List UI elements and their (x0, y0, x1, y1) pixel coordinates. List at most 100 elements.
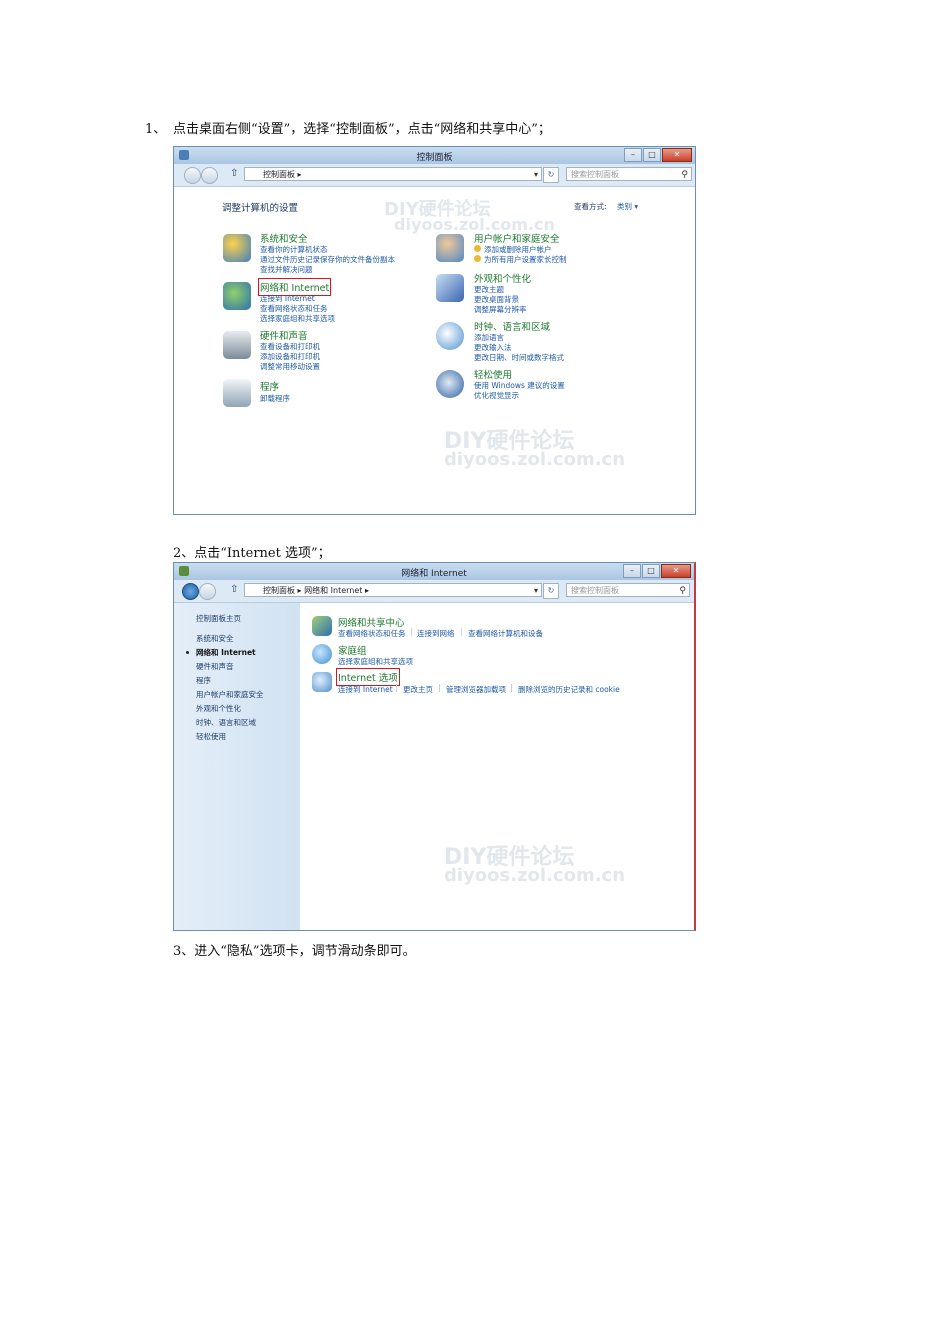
link-separator (511, 684, 512, 692)
forward-button[interactable] (199, 583, 216, 600)
window-controls: – □ ✕ (624, 148, 692, 162)
step-3: 3、进入“隐私”选项卡，调节滑动条即可。 (173, 944, 416, 959)
search-input[interactable]: 搜索控制面板 ⚲ (566, 583, 690, 597)
view-by-label: 查看方式: (574, 202, 607, 211)
step-1-number: 1、 (145, 122, 167, 137)
window-titlebar: 控制面板 – □ ✕ (174, 147, 695, 164)
maximize-button[interactable]: □ (643, 148, 661, 162)
window-title: 网络和 Internet (401, 569, 467, 579)
clock-globe-icon (436, 322, 464, 350)
category-appearance[interactable]: 外观和个性化 (474, 271, 531, 285)
category-link[interactable]: 调整屏幕分辨率 (474, 304, 527, 315)
chevron-down-icon[interactable]: ▾ (534, 168, 538, 182)
view-by-dropdown[interactable]: 类别 ▾ (617, 201, 638, 212)
category-link[interactable]: 更改日期、时间或数字格式 (474, 352, 564, 363)
category-clock-language[interactable]: 时钟、语言和区域 (474, 319, 550, 333)
sidebar-item-home[interactable]: 控制面板主页 (196, 613, 241, 624)
watermark-url: diyoos.zol.com.cn (444, 449, 626, 470)
window-titlebar: 网络和 Internet – □ ✕ (174, 563, 694, 580)
window-controls: – □ ✕ (623, 564, 691, 578)
sidebar: 控制面板主页 系统和安全 网络和 Internet 硬件和声音 程序 用户帐户和… (174, 603, 300, 930)
window-title: 控制面板 (416, 153, 453, 163)
link-separator (439, 684, 440, 692)
address-bar[interactable]: 控制面板 ▸ 网络和 Internet ▸ ▾ (244, 583, 542, 597)
navigation-bar: ⇧ 控制面板 ▸ ▾ ↻ 搜索控制面板 ⚲ (174, 164, 695, 187)
category-programs[interactable]: 程序 (260, 379, 279, 393)
section-link[interactable]: 管理浏览器加载项 (446, 684, 506, 695)
category-link[interactable]: 优化视觉显示 (474, 390, 519, 401)
sidebar-item-programs[interactable]: 程序 (196, 675, 211, 686)
section-link[interactable]: 查看网络状态和任务 (338, 628, 406, 639)
printer-speaker-icon (223, 331, 251, 359)
back-button[interactable] (184, 167, 201, 184)
sidebar-item-system-security[interactable]: 系统和安全 (196, 633, 234, 644)
search-icon[interactable]: ⚲ (681, 168, 688, 182)
network-globe-icon (223, 282, 251, 310)
back-button[interactable] (182, 583, 199, 600)
section-link[interactable]: 连接到 Internet (338, 684, 393, 695)
maximize-button[interactable]: □ (642, 564, 660, 578)
category-hardware-sound[interactable]: 硬件和声音 (260, 328, 308, 342)
section-link[interactable]: 删除浏览的历史记录和 cookie (518, 684, 620, 695)
section-link[interactable]: 连接到网络 (417, 628, 455, 639)
forward-button[interactable] (201, 167, 218, 184)
up-arrow-icon[interactable]: ⇧ (230, 584, 238, 595)
sidebar-item-network-internet[interactable]: 网络和 Internet (196, 647, 256, 658)
minimize-button[interactable]: – (623, 564, 641, 578)
search-input[interactable]: 搜索控制面板 ⚲ (566, 167, 692, 181)
category-user-accounts[interactable]: 用户帐户和家庭安全 (474, 231, 560, 245)
address-text: 控制面板 ▸ 网络和 Internet (263, 586, 363, 595)
sidebar-item-ease-of-access[interactable]: 轻松使用 (196, 731, 226, 742)
network-sharing-icon (312, 616, 332, 636)
section-link[interactable]: 选择家庭组和共享选项 (338, 656, 413, 667)
section-link[interactable]: 查看网络计算机和设备 (468, 628, 543, 639)
sidebar-item-user-accounts[interactable]: 用户帐户和家庭安全 (196, 689, 264, 700)
programs-icon (223, 379, 251, 407)
internet-options-icon (312, 672, 332, 692)
refresh-icon[interactable]: ↻ (543, 167, 559, 183)
section-link[interactable]: 更改主页 (403, 684, 433, 695)
close-button[interactable]: ✕ (662, 148, 692, 162)
minimize-button[interactable]: – (624, 148, 642, 162)
search-placeholder: 搜索控制面板 (571, 170, 619, 179)
category-link[interactable]: 查找并解决问题 (260, 264, 313, 275)
category-link[interactable]: 卸载程序 (260, 393, 290, 404)
chevron-down-icon[interactable]: ▾ (534, 584, 538, 598)
step-2: 2、点击“Internet 选项”； (173, 546, 331, 561)
shield-icon (474, 245, 481, 252)
section-homegroup[interactable]: 家庭组 (338, 643, 367, 657)
up-arrow-icon[interactable]: ⇧ (230, 168, 238, 179)
category-network-internet[interactable]: 网络和 Internet (257, 278, 332, 296)
category-system-security[interactable]: 系统和安全 (260, 231, 308, 245)
step-1: 1、 点击桌面右侧“设置”，选择“控制面板”，点击“网络和共享中心”； (145, 121, 551, 139)
category-link[interactable]: 调整常用移动设置 (260, 361, 320, 372)
section-network-sharing-center[interactable]: 网络和共享中心 (338, 615, 405, 629)
shield-icon (474, 255, 481, 262)
close-button[interactable]: ✕ (661, 564, 691, 578)
search-placeholder: 搜索控制面板 (571, 586, 619, 595)
content-area: 控制面板主页 系统和安全 网络和 Internet 硬件和声音 程序 用户帐户和… (174, 603, 694, 930)
address-bar[interactable]: 控制面板 ▸ ▾ (244, 167, 542, 181)
shield-icon (223, 234, 251, 262)
users-icon (436, 234, 464, 262)
homegroup-icon (312, 644, 332, 664)
sidebar-item-hardware-sound[interactable]: 硬件和声音 (196, 661, 234, 672)
category-link[interactable]: 选择家庭组和共享选项 (260, 313, 335, 324)
watermark-url: diyoos.zol.com.cn (444, 865, 626, 886)
link-separator (396, 684, 397, 692)
refresh-icon[interactable]: ↻ (543, 583, 559, 599)
current-item-bullet (186, 651, 189, 654)
control-panel-screenshot: 控制面板 – □ ✕ ⇧ 控制面板 ▸ ▾ ↻ 搜索控制面板 ⚲ DIY硬件论坛… (173, 146, 696, 515)
page-heading: 调整计算机的设置 (222, 203, 299, 214)
content-area: DIY硬件论坛 diyoos.zol.com.cn DIY硬件论坛 diyoos… (174, 187, 695, 514)
sidebar-item-clock-language[interactable]: 时钟、语言和区域 (196, 717, 256, 728)
section-internet-options[interactable]: Internet 选项 (336, 668, 400, 686)
category-ease-of-access[interactable]: 轻松使用 (474, 367, 512, 381)
sidebar-item-appearance[interactable]: 外观和个性化 (196, 703, 241, 714)
category-link[interactable]: 为所有用户设置家长控制 (484, 254, 567, 265)
link-separator (461, 628, 462, 636)
search-icon[interactable]: ⚲ (679, 584, 686, 598)
link-separator (411, 628, 412, 636)
network-internet-screenshot: 网络和 Internet – □ ✕ ⇧ 控制面板 ▸ 网络和 Internet… (173, 562, 696, 931)
appearance-icon (436, 274, 464, 302)
